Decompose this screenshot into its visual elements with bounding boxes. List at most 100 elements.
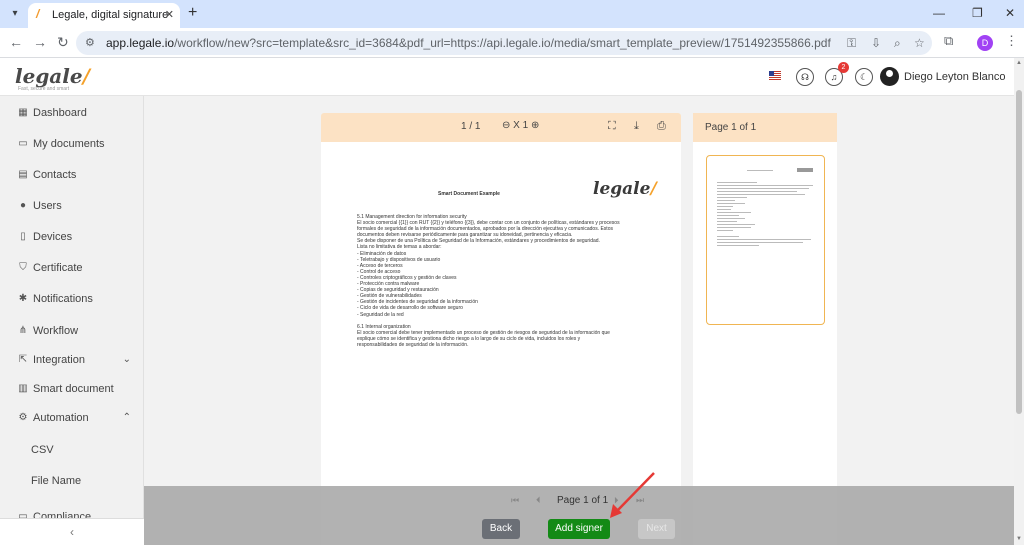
page-thumbnail[interactable]: [706, 155, 825, 325]
reload-icon[interactable]: ↻: [57, 34, 69, 51]
document-body: 5.1 Management direction for information…: [357, 214, 657, 348]
sidebar-item-label: Workflow: [33, 325, 79, 337]
sidebar-item-my-documents[interactable]: ▭ My documents: [0, 132, 144, 158]
thumbnail-line: [717, 230, 733, 231]
document-line: responsabilidades de seguridad de la inf…: [357, 341, 469, 348]
sidebar-item-users[interactable]: ● Users: [0, 194, 144, 220]
last-page-icon[interactable]: ⏭: [636, 495, 644, 506]
contacts-icon: ▤: [18, 169, 28, 180]
scrollbar-thumb[interactable]: [1016, 90, 1022, 414]
pdf-viewer-toolbar: 1 / 1 ⊖ X 1 ⊕ ⛶ ⤓ ⎙: [321, 113, 681, 142]
thumbnail-line: [717, 209, 731, 210]
us-flag-icon[interactable]: [769, 71, 781, 80]
logo-tagline: Fast, secure and smart: [18, 86, 70, 92]
thumbnail-line: [747, 170, 773, 171]
password-key-icon[interactable]: ⚿: [847, 36, 856, 51]
support-headset-icon[interactable]: ☊: [796, 68, 814, 86]
collapse-sidebar-icon[interactable]: ‹: [0, 518, 144, 545]
user-name[interactable]: Diego Leyton Blanco: [904, 71, 1006, 83]
next-button[interactable]: Next: [638, 519, 675, 539]
add-signer-button[interactable]: Add signer: [548, 519, 610, 539]
sidebar: ▦ Dashboard ▭ My documents ▤ Contacts ● User…: [0, 96, 144, 545]
document-page: Smart Document Example legale/ 5.1 Manag…: [321, 142, 681, 545]
bookmark-star-icon[interactable]: ☆: [914, 36, 925, 50]
workflow-icon: ⋔: [18, 325, 28, 336]
first-page-icon[interactable]: ⏮: [511, 495, 519, 506]
sidebar-item-notifications[interactable]: ✱ Notifications: [0, 287, 144, 313]
thumbnail-header: Page 1 of 1: [693, 113, 837, 142]
legale-logo[interactable]: legale/: [15, 64, 90, 88]
close-window-icon[interactable]: ✕: [1005, 6, 1015, 20]
sidebar-item-label: Notifications: [33, 293, 93, 305]
fullscreen-icon[interactable]: ⛶: [608, 120, 616, 133]
address-bar[interactable]: ⚙ app.legale.io/workflow/new?src=templat…: [76, 31, 932, 55]
thumbnail-line: [717, 236, 739, 237]
zoom-icon[interactable]: ⌕: [894, 36, 901, 51]
thumbnail-line: [717, 185, 813, 186]
site-info-icon[interactable]: ⚙: [85, 36, 95, 49]
browser-tab[interactable]: / Legale, digital signature ✕: [28, 3, 180, 28]
document-logo: legale/: [593, 179, 657, 199]
document-title: Smart Document Example: [438, 191, 500, 197]
sidebar-item-label: Contacts: [33, 169, 77, 181]
sidebar-item-label: Certificate: [33, 262, 83, 274]
main-content: 1 / 1 ⊖ X 1 ⊕ ⛶ ⤓ ⎙ Smart Document Examp…: [144, 96, 1014, 545]
thumbnail-line: [717, 218, 745, 219]
next-page-icon[interactable]: ⏵: [614, 495, 619, 506]
thumbnail-line: [717, 221, 737, 222]
sidebar-item-devices[interactable]: ▯ Devices: [0, 225, 144, 251]
sidebar-item-workflow[interactable]: ⋔ Workflow: [0, 319, 144, 345]
device-icon: ▯: [20, 231, 26, 242]
download-icon[interactable]: ⤓: [634, 120, 639, 133]
notification-count-badge: 2: [838, 62, 849, 73]
back-button[interactable]: Back: [482, 519, 520, 539]
install-app-icon[interactable]: ⇩: [871, 36, 881, 50]
sidebar-item-smart-document[interactable]: ▥ Smart document: [0, 377, 144, 403]
sidebar-item-label: Automation: [33, 412, 89, 424]
zoom-in-icon[interactable]: ⊕: [531, 120, 539, 131]
close-tab-icon[interactable]: ✕: [165, 8, 174, 21]
sidebar-item-label: Devices: [33, 231, 73, 243]
tab-search-icon[interactable]: ▾: [6, 5, 24, 23]
thumbnail-line: [717, 245, 759, 246]
theme-toggle-icon[interactable]: ☾: [855, 68, 873, 86]
sidebar-item-automation[interactable]: ⚙ Automation ⌃: [0, 406, 144, 432]
sidebar-item-dashboard[interactable]: ▦ Dashboard: [0, 101, 144, 127]
sidebar-item-label: My documents: [33, 138, 105, 150]
thumbnail-line: [717, 239, 811, 240]
smart-document-icon: ▥: [18, 383, 28, 394]
zoom-control[interactable]: ⊖ X 1 ⊕: [502, 120, 539, 131]
extensions-icon[interactable]: ⧉: [944, 33, 953, 49]
thumbnail-panel: Page 1 of 1: [693, 113, 837, 545]
sidebar-item-certificate[interactable]: ⛉ Certificate: [0, 256, 144, 282]
thumbnail-title: Page 1 of 1: [705, 122, 757, 133]
zoom-level: X 1: [513, 120, 529, 131]
page-scrollbar[interactable]: ▲ ▼: [1014, 58, 1024, 545]
back-arrow-icon[interactable]: ←: [9, 34, 23, 50]
scroll-down-icon[interactable]: ▼: [1016, 536, 1022, 542]
browser-tabstrip: ▾ / Legale, digital signature ✕ + — ❐ ✕: [0, 0, 1024, 28]
prev-page-icon[interactable]: ⏴: [536, 495, 541, 506]
sidebar-item-label: Users: [33, 200, 62, 212]
sidebar-subitem-csv[interactable]: CSV: [31, 444, 54, 456]
profile-avatar[interactable]: D: [977, 35, 993, 51]
shield-icon: ⛉: [19, 262, 27, 273]
scroll-up-icon[interactable]: ▲: [1016, 60, 1022, 66]
user-avatar-icon[interactable]: [880, 67, 899, 86]
minimize-icon[interactable]: —: [933, 6, 945, 20]
browser-menu-icon[interactable]: ⋮: [1005, 33, 1018, 49]
folder-icon: ▭: [18, 138, 28, 149]
thumbnail-line: [717, 194, 805, 195]
sidebar-item-contacts[interactable]: ▤ Contacts: [0, 163, 144, 189]
thumbnail-line: [717, 224, 755, 225]
print-icon[interactable]: ⎙: [657, 120, 666, 133]
new-tab-icon[interactable]: +: [188, 4, 197, 22]
zoom-out-icon[interactable]: ⊖: [502, 120, 510, 131]
restore-icon[interactable]: ❐: [972, 6, 983, 20]
sidebar-item-integration[interactable]: ⇱ Integration ⌄: [0, 348, 144, 374]
forward-arrow-icon[interactable]: →: [33, 34, 47, 50]
sidebar-subitem-file-name[interactable]: File Name: [31, 475, 81, 487]
app-header: legale/ Fast, secure and smart ☊ ♫ 2 ☾ D…: [0, 58, 1014, 96]
thumbnail-line: [717, 203, 745, 204]
sidebar-item-label: Integration: [33, 354, 85, 366]
